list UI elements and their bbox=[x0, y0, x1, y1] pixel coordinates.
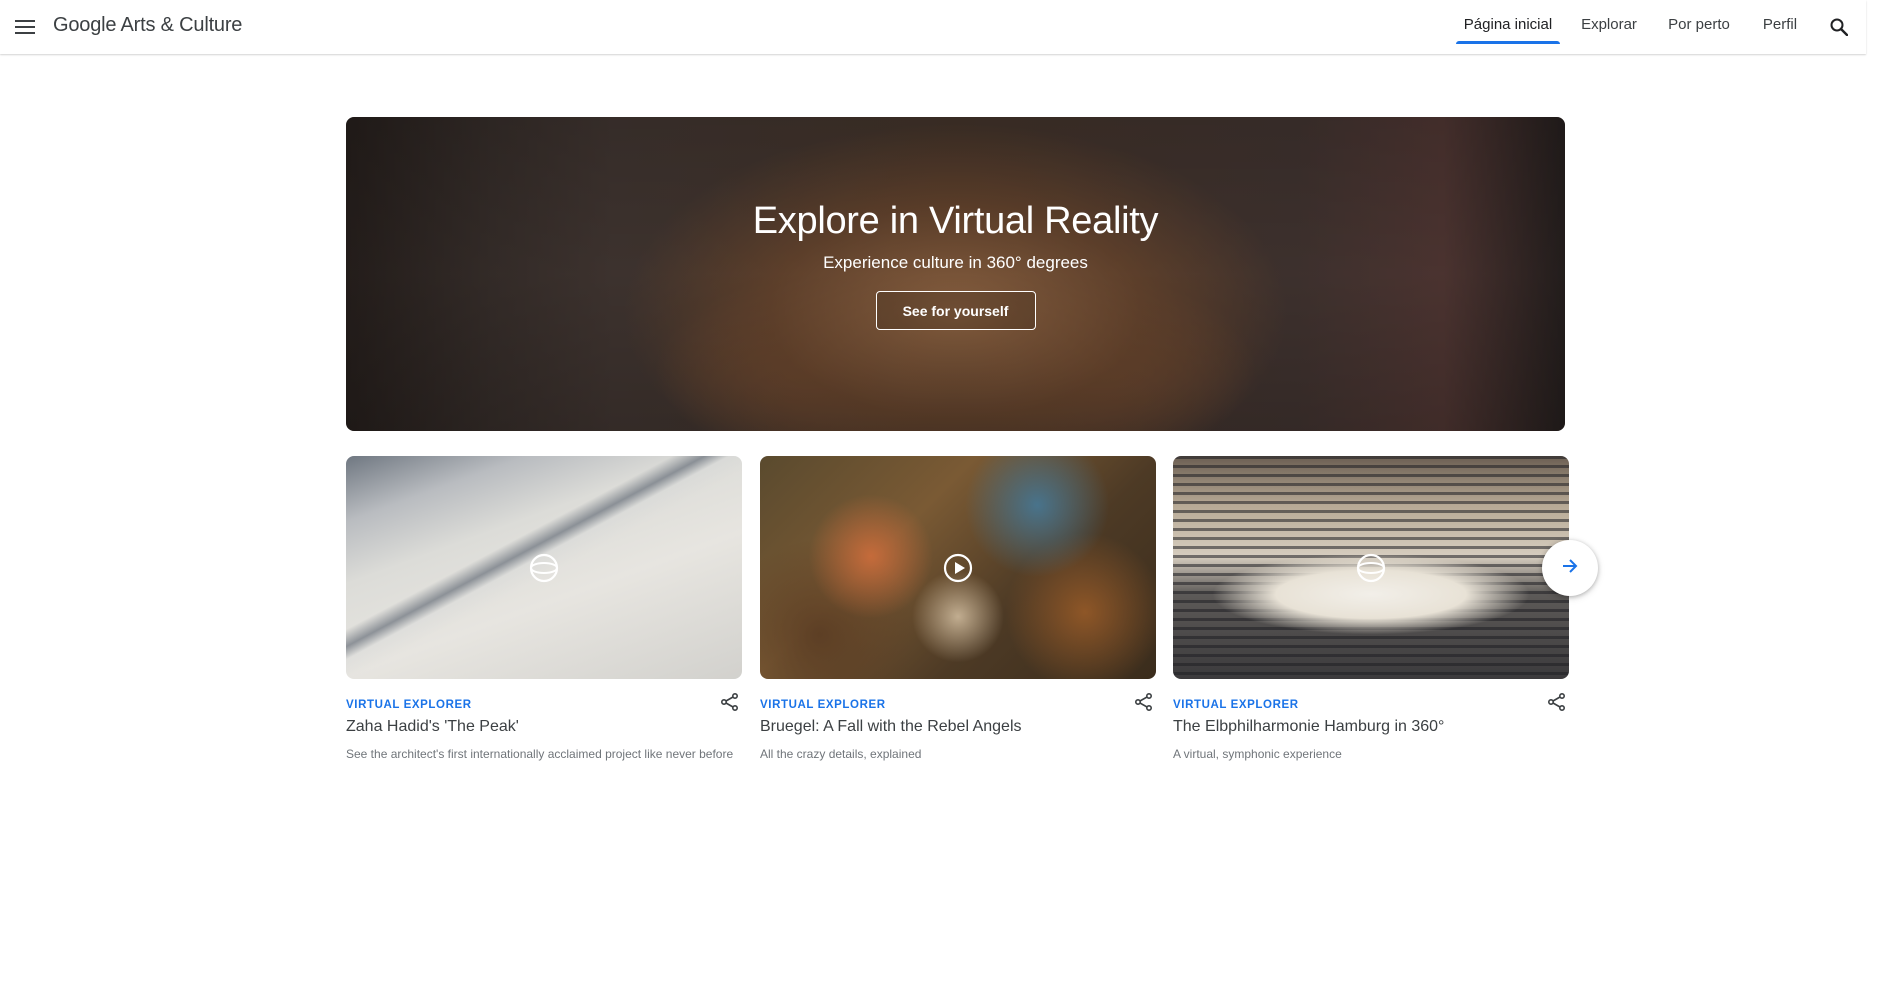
hero-title: Explore in Virtual Reality bbox=[752, 200, 1159, 242]
card-title[interactable]: Bruegel: A Fall with the Rebel Angels bbox=[760, 718, 1022, 736]
nav-item-nearby[interactable]: Por perto bbox=[1664, 0, 1734, 54]
active-tab-indicator bbox=[1456, 41, 1560, 44]
card-image[interactable] bbox=[760, 456, 1156, 679]
arrow-right-icon bbox=[1561, 557, 1579, 580]
nav-item-label: Explorar bbox=[1581, 16, 1637, 33]
card-description: All the crazy details, explained bbox=[760, 747, 922, 761]
carousel-next-button[interactable] bbox=[1542, 540, 1598, 596]
nav-item-profile[interactable]: Perfil bbox=[1760, 0, 1800, 54]
card-title[interactable]: Zaha Hadid's 'The Peak' bbox=[346, 718, 519, 736]
share-icon[interactable] bbox=[1545, 690, 1569, 714]
nav-item-label: Página inicial bbox=[1463, 16, 1553, 33]
card-title[interactable]: The Elbphilharmonie Hamburg in 360° bbox=[1173, 718, 1444, 736]
menu-icon[interactable] bbox=[8, 10, 42, 44]
360-view-icon bbox=[1355, 552, 1387, 584]
app-logo[interactable]: Google Arts & Culture bbox=[53, 14, 242, 37]
play-icon bbox=[942, 552, 974, 584]
nav-item-home[interactable]: Página inicial bbox=[1456, 0, 1560, 54]
nav-item-label: Perfil bbox=[1762, 16, 1798, 33]
card-description: See the architect's first internationall… bbox=[346, 747, 734, 761]
hero-banner[interactable]: Explore in Virtual Reality Experience cu… bbox=[346, 117, 1565, 431]
card-description: A virtual, symphonic experience bbox=[1173, 747, 1342, 761]
top-app-bar: Google Arts & Culture Página inicial Exp… bbox=[0, 0, 1866, 54]
share-icon[interactable] bbox=[1132, 690, 1156, 714]
search-icon[interactable] bbox=[1822, 10, 1856, 44]
share-icon[interactable] bbox=[718, 690, 742, 714]
card-category[interactable]: VIRTUAL EXPLORER bbox=[1173, 699, 1299, 711]
see-for-yourself-button[interactable]: See for yourself bbox=[875, 291, 1036, 330]
card-category[interactable]: VIRTUAL EXPLORER bbox=[760, 699, 886, 711]
nav-item-explore[interactable]: Explorar bbox=[1578, 0, 1640, 54]
card-category[interactable]: VIRTUAL EXPLORER bbox=[346, 699, 472, 711]
nav-item-label: Por perto bbox=[1668, 16, 1730, 33]
hero-content: Explore in Virtual Reality Experience cu… bbox=[346, 117, 1565, 431]
card-image[interactable] bbox=[346, 456, 742, 679]
hero-subtitle: Experience culture in 360° degrees bbox=[823, 253, 1088, 272]
360-view-icon bbox=[528, 552, 560, 584]
card-image[interactable] bbox=[1173, 456, 1569, 679]
